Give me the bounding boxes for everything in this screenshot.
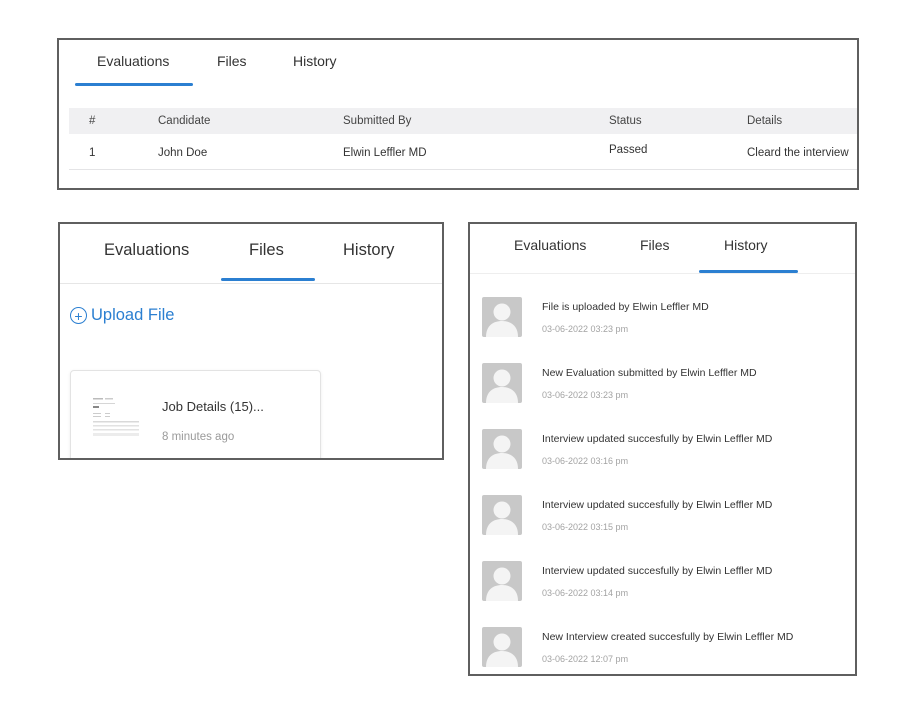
user-avatar-icon (482, 363, 522, 403)
history-timestamp: 03-06-2022 03:23 pm (542, 390, 629, 400)
history-timestamp: 03-06-2022 03:23 pm (542, 324, 629, 334)
user-avatar-icon (482, 429, 522, 469)
active-tab-indicator (75, 83, 193, 86)
history-message: New Evaluation submitted by Elwin Leffle… (542, 367, 757, 379)
row-divider (69, 169, 857, 170)
tab-files[interactable]: Files (640, 237, 670, 253)
history-item: Interview updated succesfully by Elwin L… (482, 429, 852, 473)
document-thumbnail-icon (91, 395, 141, 439)
tab-files[interactable]: Files (249, 241, 284, 260)
active-tab-indicator (221, 278, 315, 281)
column-header-number: # (89, 115, 96, 127)
user-avatar-icon (482, 495, 522, 535)
files-panel: Evaluations Files History + Upload File … (58, 222, 444, 460)
history-timestamp: 03-06-2022 03:14 pm (542, 588, 629, 598)
history-item: File is uploaded by Elwin Leffler MD 03-… (482, 297, 852, 341)
file-card[interactable]: Job Details (15)... 8 minutes ago (70, 370, 321, 458)
tab-history[interactable]: History (724, 237, 768, 253)
history-message: Interview updated succesfully by Elwin L… (542, 433, 773, 445)
tab-divider (60, 283, 442, 284)
file-name[interactable]: Job Details (15)... (162, 399, 264, 414)
history-panel: Evaluations Files History File is upload… (468, 222, 857, 676)
user-avatar-icon (482, 627, 522, 667)
column-header-submitted-by: Submitted By (343, 115, 412, 127)
tab-divider (470, 273, 855, 274)
cell-submitted-by: Elwin Leffler MD (343, 147, 427, 159)
plus-circle-icon: + (70, 307, 87, 324)
history-item: Interview updated succesfully by Elwin L… (482, 561, 852, 605)
column-header-status: Status (609, 115, 642, 127)
history-message: New Interview created succesfully by Elw… (542, 631, 794, 643)
cell-details: Cleard the interview (747, 147, 849, 159)
upload-file-label: Upload File (91, 306, 175, 324)
cell-candidate: John Doe (158, 147, 208, 159)
user-avatar-icon (482, 561, 522, 601)
history-timestamp: 03-06-2022 12:07 pm (542, 654, 629, 664)
history-message: Interview updated succesfully by Elwin L… (542, 565, 773, 577)
tab-files[interactable]: Files (217, 53, 247, 69)
column-header-candidate: Candidate (158, 115, 211, 127)
tab-evaluations[interactable]: Evaluations (97, 53, 169, 69)
user-avatar-icon (482, 297, 522, 337)
tab-history[interactable]: History (293, 53, 337, 69)
file-timestamp: 8 minutes ago (162, 431, 235, 443)
tab-history[interactable]: History (343, 241, 394, 260)
history-item: New Interview created succesfully by Elw… (482, 627, 852, 671)
cell-number: 1 (89, 147, 96, 159)
cell-status: Passed (609, 144, 648, 156)
history-timestamp: 03-06-2022 03:15 pm (542, 522, 629, 532)
history-item: New Evaluation submitted by Elwin Leffle… (482, 363, 852, 407)
upload-file-button[interactable]: + Upload File (70, 306, 174, 325)
history-message: Interview updated succesfully by Elwin L… (542, 499, 773, 511)
history-timestamp: 03-06-2022 03:16 pm (542, 456, 629, 466)
history-message: File is uploaded by Elwin Leffler MD (542, 301, 709, 313)
tab-evaluations[interactable]: Evaluations (514, 237, 586, 253)
evaluations-panel: Evaluations Files History # Candidate Su… (57, 38, 859, 190)
history-item: Interview updated succesfully by Elwin L… (482, 495, 852, 539)
tab-evaluations[interactable]: Evaluations (104, 241, 189, 260)
column-header-details: Details (747, 115, 783, 127)
